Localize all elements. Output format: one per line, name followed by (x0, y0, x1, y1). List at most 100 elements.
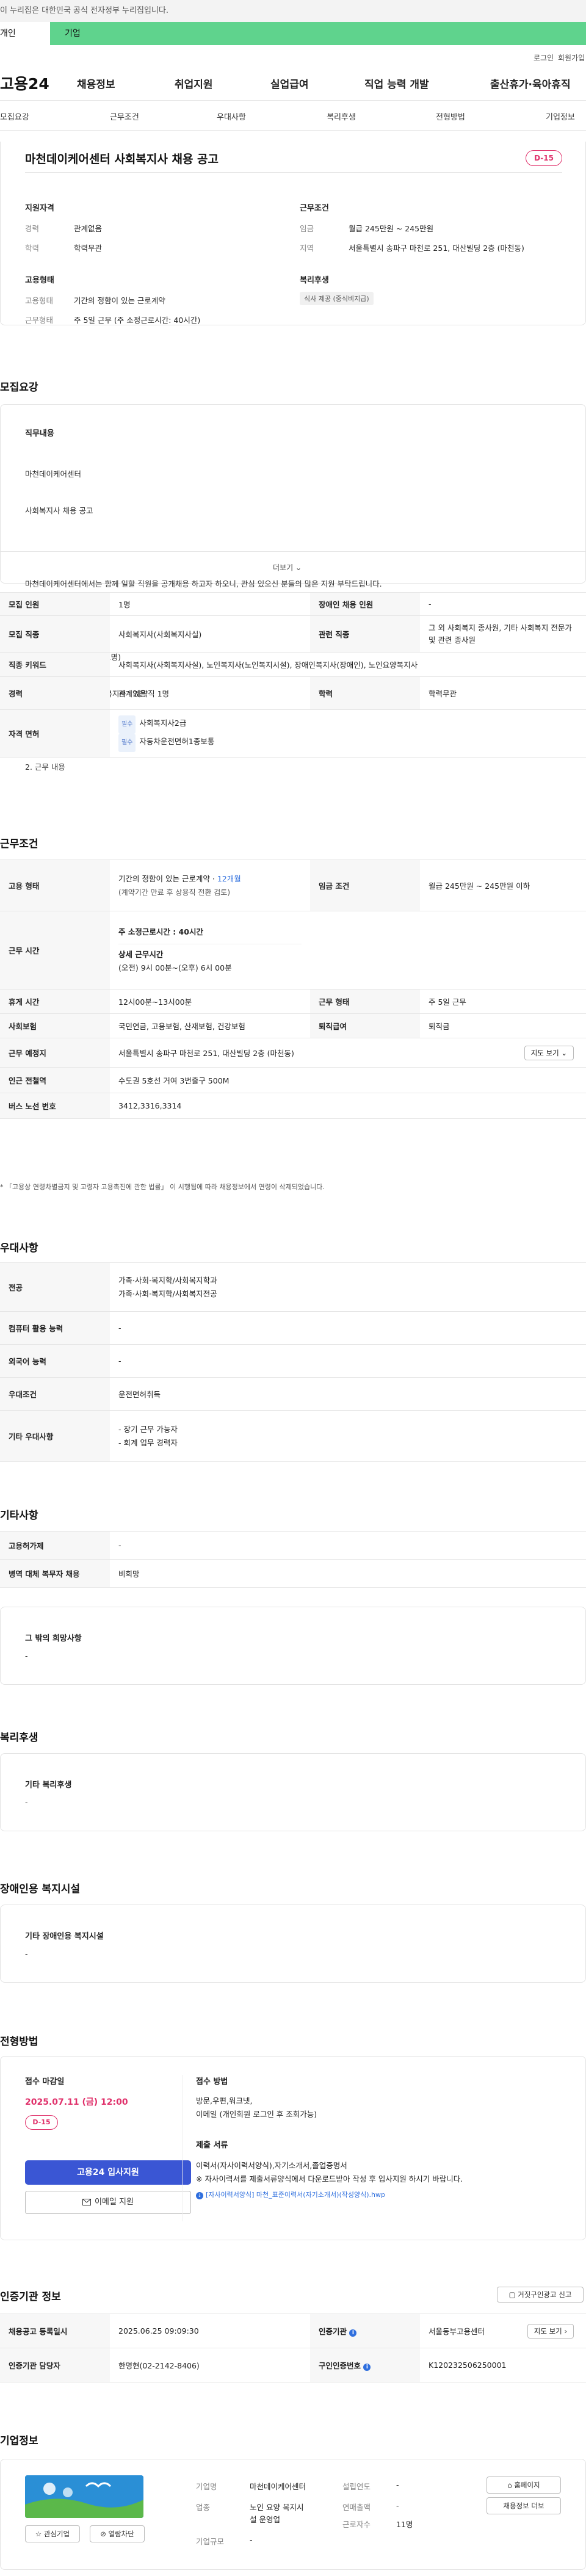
gnb-menu-2[interactable]: 취업지원 (175, 76, 213, 91)
login-link[interactable]: 로그인 (534, 52, 554, 63)
other-table: 고용허가제 - 병역 대체 복무자 채용 비희망 (0, 1531, 586, 1588)
hope-value: - (25, 1651, 28, 1660)
table-row: 컴퓨터 활용 능력 - (0, 1311, 586, 1345)
report-icon: ▢ (508, 2290, 516, 2299)
hours-detail-title: 상세 근무시간 (118, 950, 164, 959)
place-label: 지역 (300, 244, 314, 253)
homepage-label: 홈페이지 (514, 2481, 540, 2489)
map-button[interactable]: 지도 보기 ⌄ (524, 1046, 574, 1060)
method-title: 접수 방법 (196, 2077, 228, 2086)
chevron-down-icon: ⌄ (561, 1049, 567, 1057)
company-logo (25, 2475, 143, 2518)
cell-value: 주 5일 근무 (420, 989, 586, 1014)
favorite-label: 관심기업 (43, 2530, 70, 2538)
disabled-box-value: - (25, 1949, 28, 1958)
place-value: 서울특별시 송파구 마천로 251, 대산빌딩 2층 (마천동) (349, 244, 524, 253)
org-map-button[interactable]: 지도 보기 › (527, 2324, 574, 2339)
table-row: 전공 가족·사회·복지학/사회복지학과가족·사회·복지학/사회복지전공 (0, 1262, 586, 1312)
section-cert-heading: 인증기관 정보 (0, 2291, 61, 2303)
cell-value: - (110, 1531, 586, 1560)
section-preference-heading: 우대사항 (0, 1242, 38, 1254)
company-size-value: - (250, 2535, 253, 2544)
section-conditions-heading: 근무조건 (0, 838, 38, 850)
table-row: 인근 전철역 수도권 5호선 거여 3번출구 500M (0, 1067, 586, 1093)
info-icon[interactable]: i (349, 2329, 357, 2337)
cell-value: 국민연금, 고용보험, 산재보험, 건강보험 (110, 1013, 310, 1038)
snb-item-screening[interactable]: 전형방법 (436, 110, 465, 122)
cell-label: 기타 우대사항 (0, 1410, 110, 1462)
cert-table: 채용공고 등록일시 2025.06.25 09:09:30 인증기관 i 서울동… (0, 2314, 586, 2382)
cell-label: 인근 전철역 (0, 1067, 110, 1093)
cell-value: 사회복지사(사회복지사실) (110, 615, 310, 653)
homepage-button[interactable]: ⌂ 홈페이지 (487, 2477, 561, 2494)
cell-label: 병역 대체 복무자 채용 (0, 1559, 110, 1588)
screening-card: 접수 마감일 2025.07.11 (금) 12:00 D-15 고용24 입사… (0, 2056, 586, 2240)
gnb-menu-5[interactable]: 출산휴가·육아휴직 (490, 76, 571, 91)
favorite-company-button[interactable]: ☆ 관심기업 (25, 2525, 80, 2542)
cell-value: 사회복지사(사회복지사실), 노인복지사(노인복지시설), 장애인복지사(장애인… (110, 652, 586, 677)
gnb-menu-3[interactable]: 실업급여 (270, 76, 309, 91)
join-link[interactable]: 회원가입 (558, 52, 585, 63)
docs-download-link[interactable]: ↓ [자사이력서양식] 마천_표준이력서(자기소개서)(작성양식).hwp (196, 2190, 385, 2199)
major-item: 가족·사회·복지학/사회복지전공 (118, 1289, 217, 1298)
company-size-label: 기업규모 (196, 2537, 225, 2546)
chevron-down-icon: ⌄ (295, 563, 302, 572)
gnb-menu-1[interactable]: 채용정보 (77, 76, 115, 91)
cell-label: 사회보험 (0, 1013, 110, 1038)
company-name-value: 마천데이케어센터 (250, 2482, 306, 2491)
cell-value: - (110, 1344, 586, 1378)
docs-title: 제출 서류 (196, 2141, 228, 2150)
section-disabled-heading: 장애인용 복지시설 (0, 1883, 81, 1895)
tab-individual[interactable]: 개인 (0, 22, 50, 45)
table-row: 근무 예정지 서울특별시 송파구 마천로 251, 대산빌딩 2층 (마천동) … (0, 1038, 586, 1068)
site-logo[interactable]: 고용24 (0, 72, 49, 94)
download-icon: ↓ (196, 2192, 203, 2199)
table-row: 버스 노선 번호 3412,3316,3314 (0, 1093, 586, 1119)
emp-type-value: 기간의 정함이 있는 근로계약 · (118, 874, 217, 883)
career-value: 관계없음 (74, 224, 103, 233)
snb-item-welfare[interactable]: 복리후생 (327, 110, 356, 122)
cell-label: 버스 노선 번호 (0, 1093, 110, 1119)
pref-item: - 회계 업무 경력자 (118, 1438, 178, 1447)
email-apply-button[interactable]: 이메일 지원 (25, 2191, 191, 2214)
duty-line: 2. 근무 내용 (25, 762, 65, 772)
cell-label: 직종 키워드 (0, 652, 110, 677)
block-company-button[interactable]: ⊘ 열람차단 (90, 2525, 145, 2542)
welfare-box-value: - (25, 1798, 28, 1807)
more-label: 더보기 (273, 563, 294, 572)
snb-item-recruit[interactable]: 모집요강 (0, 110, 29, 122)
snb-item-preference[interactable]: 우대사항 (217, 110, 246, 122)
welfare-box-title: 기타 복리후생 (25, 1781, 72, 1790)
summary-card: 마천데이케어센터 사회복지사 채용 공고 D-15 지원자격 경력 관계없음 학… (0, 142, 586, 325)
tab-company[interactable]: 기업 (50, 22, 586, 45)
major-item: 가족·사회·복지학/사회복지학과 (118, 1275, 217, 1285)
disabled-box-title: 기타 장애인용 복지시설 (25, 1932, 104, 1941)
cell-label: 고용 형태 (0, 859, 110, 911)
gnb-menu-4[interactable]: 직업 능력 개발 (364, 76, 429, 91)
duty-title: 직무내용 (25, 429, 54, 438)
dday-badge: D-15 (25, 2115, 58, 2130)
recruit-table: 모집 인원 1명 장애인 채용 인원 - 모집 직종 사회복지사(사회복지사실)… (0, 592, 586, 758)
report-button[interactable]: ▢ 거짓구인광고 신고 (497, 2287, 584, 2303)
age-notice: * 「고용상 연령차별금지 및 고령자 고용촉진에 관한 법률」 이 시행됨에 … (0, 1183, 325, 1191)
global-nav: 고용24 채용정보 취업지원 실업급여 직업 능력 개발 출산휴가·육아휴직 (0, 65, 586, 101)
conditions-table: 고용 형태 기간의 정함이 있는 근로계약 · 12개월 (계약기간 만료 후 … (0, 859, 586, 1119)
education-value: 학력무관 (74, 244, 103, 253)
cell-label: 외국어 능력 (0, 1344, 110, 1378)
gov-banner: 이 누리집은 대한민국 공식 전자정부 누리집입니다. (0, 0, 586, 22)
more-jobs-button[interactable]: 채용정보 더보 (487, 2497, 561, 2514)
snb-item-conditions[interactable]: 근무조건 (110, 110, 139, 122)
more-button[interactable]: 더보기 ⌄ (273, 562, 302, 573)
wage-value: 월급 245만원 ~ 245만원 (349, 224, 434, 233)
apply-button[interactable]: 고용24 입사지원 (25, 2160, 191, 2185)
snb-item-company[interactable]: 기업정보 (546, 110, 575, 122)
info-icon[interactable]: i (363, 2364, 371, 2371)
emp-type-sub: (계약기간 만료 후 상용직 전환 검토) (118, 888, 230, 897)
cell-label: 전공 (0, 1262, 110, 1312)
table-row: 휴게 시간 12시00분~13시00분 근무 형태 주 5일 근무 (0, 989, 586, 1014)
cell-label: 자격 면허 (0, 709, 110, 758)
welfare-tag: 식사 제공 (중식비지급) (300, 292, 374, 305)
hope-title: 그 밖의 희망사항 (25, 1634, 82, 1643)
table-row: 근무 시간 주 소정근로시간 : 40시간 상세 근무시간 (오전) 9시 00… (0, 911, 586, 990)
cell-value: 3412,3316,3314 (110, 1093, 586, 1119)
